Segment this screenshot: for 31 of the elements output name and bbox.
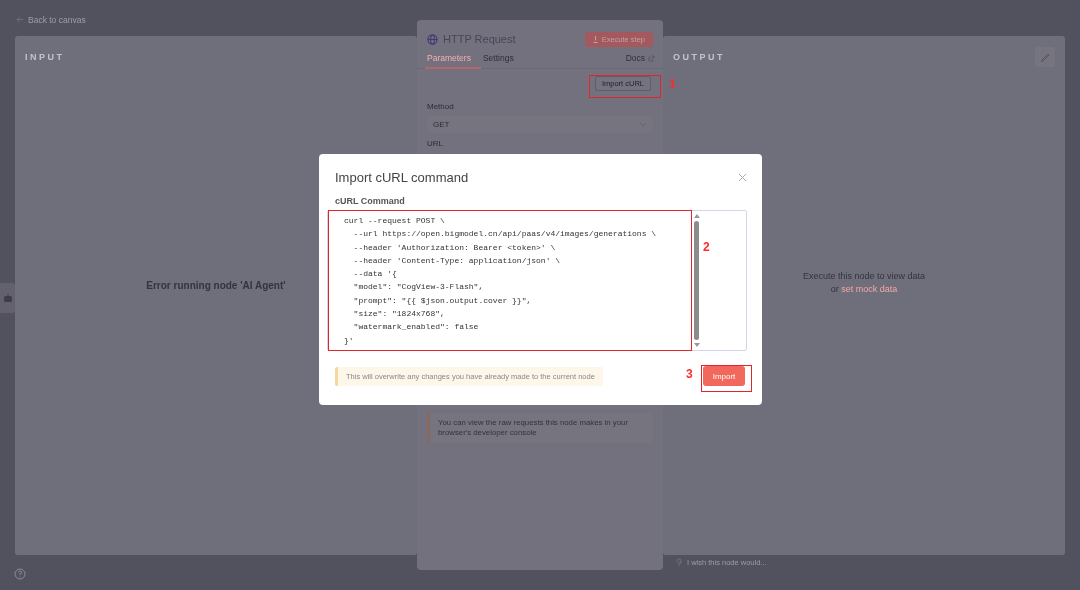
panel-tab[interactable]: Parameters: [425, 53, 481, 69]
panel-title: OUTPUT: [673, 52, 725, 62]
mock-data-link[interactable]: set mock data: [841, 283, 898, 294]
docs-link[interactable]: Docs: [625, 53, 645, 63]
panel-tab[interactable]: Settings: [480, 53, 524, 69]
scroll-down-icon: [693, 343, 700, 347]
back-arrow-icon: [16, 16, 24, 23]
dialog-title: Import cURL command: [335, 169, 469, 185]
highlight-frame: [701, 365, 752, 392]
import-button[interactable]: Import: [703, 366, 745, 386]
step-number: 3: [686, 367, 693, 381]
globe-icon: [427, 33, 438, 45]
field-label: Method: [427, 102, 455, 111]
edit-button[interactable]: [1035, 47, 1055, 67]
scroll-up-icon: [693, 214, 700, 218]
side-tab[interactable]: [0, 283, 15, 313]
help-icon: [14, 568, 26, 580]
back-link[interactable]: Back to canvas: [16, 14, 86, 25]
status-message: Error running node 'AI Agent': [146, 279, 286, 292]
step-number: 1: [669, 77, 676, 91]
pencil-icon: [1039, 51, 1051, 63]
external-link-icon: [648, 54, 655, 62]
panel-title: INPUT: [25, 52, 65, 62]
field-label: URL: [427, 139, 444, 148]
robot-icon: [2, 293, 13, 303]
highlight-frame: [589, 75, 661, 98]
curl-command-field[interactable]: curl --request POST \ --url https://open.bigmodel.cn/api/paas/v4/images/generations \ --header 'Authorization: Bearer <token>' \ --header 'Content-Type: application/json' \ --data '{ "model": "CogView-3-Flash", "prompt": "{{ $json.output.cover }}", "size": "1824x768", "watermark_enabled": false }': [328, 210, 692, 351]
step-number: 2: [703, 240, 710, 254]
close-button[interactable]: [738, 172, 747, 182]
close-icon: [738, 172, 747, 182]
field-label: cURL Command: [335, 196, 406, 206]
